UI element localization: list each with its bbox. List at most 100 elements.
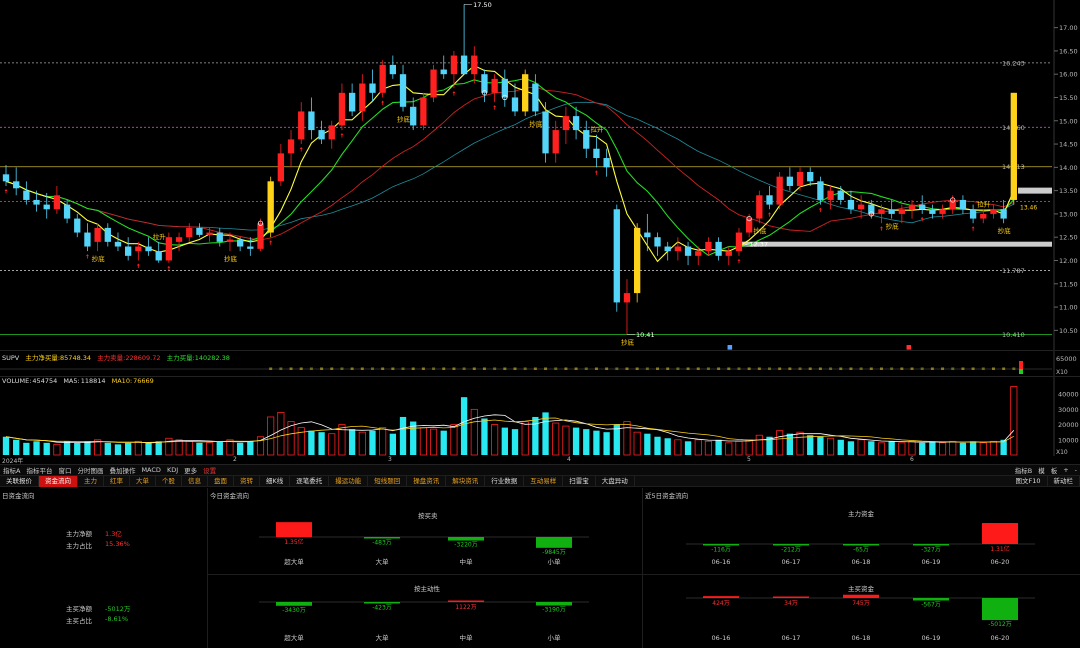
toolbar-template-2[interactable]: 板 — [1048, 465, 1061, 475]
tab-9[interactable]: 细K线 — [260, 475, 291, 487]
toolbar-macd[interactable]: MACD — [138, 466, 163, 474]
candle-body — [114, 241, 122, 247]
main-net-label: 主力净额 — [66, 530, 92, 538]
supv-bar — [666, 367, 670, 370]
volume-chart[interactable]: 40000 30000 20000 10000 X10 — [0, 376, 1080, 456]
candle-body — [410, 106, 417, 126]
candle-body — [807, 172, 814, 182]
right-s1-category-1: 06-17 — [782, 558, 801, 566]
candle-body — [868, 204, 875, 214]
volume-bar — [440, 430, 447, 455]
chaodi-label-5: 抄底 — [753, 226, 767, 235]
candle-body — [196, 227, 203, 235]
supv-bar — [788, 367, 792, 370]
candle-body — [186, 227, 193, 238]
toolbar-indicator-platform[interactable]: 指标平台 — [23, 465, 55, 475]
mid-s2-category-3: 小单 — [548, 633, 562, 642]
tab-5[interactable]: 个股 — [156, 475, 182, 487]
candle-body — [450, 55, 458, 75]
tab-8[interactable]: 资转 — [234, 475, 260, 487]
toolbar-more[interactable]: 更多 — [181, 465, 200, 475]
candle-body — [420, 97, 427, 126]
candle-body — [471, 55, 478, 75]
supv-indicator-chart[interactable]: 65000 X10 — [0, 350, 1080, 376]
toolbar-kdj[interactable]: KDJ — [164, 466, 181, 474]
volume-bar — [348, 429, 356, 455]
buy-arrow-icon — [818, 207, 822, 210]
mid-s1-bar-0 — [276, 522, 312, 537]
mid-s2-value-1: -423万 — [372, 605, 392, 612]
tab-4[interactable]: 大单 — [130, 475, 156, 487]
tab-right-1[interactable]: 新动栏 — [1048, 475, 1080, 487]
candle-body — [542, 111, 549, 154]
volume-bar — [583, 429, 590, 455]
volume-bar — [206, 442, 214, 456]
tab-6[interactable]: 信息 — [182, 475, 208, 487]
supv-bar — [645, 367, 649, 370]
candle-body — [63, 204, 71, 219]
volume-bar — [837, 439, 844, 455]
candle-body — [348, 92, 356, 112]
toolbar-indicator-a[interactable]: 指标A — [0, 465, 23, 475]
volume-bar — [521, 421, 529, 456]
tab-14[interactable]: 解块资讯 — [446, 475, 486, 487]
volume-bar — [704, 440, 712, 456]
tab-16[interactable]: 互动易样 — [524, 475, 564, 487]
toolbar-indicator-b[interactable]: 指标B — [1012, 465, 1035, 475]
volume-bar — [399, 416, 407, 455]
candle-body — [959, 199, 967, 210]
supv-bar — [910, 367, 914, 370]
candle-body — [532, 83, 539, 112]
tab-0[interactable]: 关联报价 — [0, 475, 39, 487]
toolbar-timeshare[interactable]: 分时图画 — [74, 465, 106, 475]
candle-body — [796, 172, 804, 186]
right-s1-bar-0 — [703, 544, 739, 546]
tab-2[interactable]: 主力 — [78, 475, 104, 487]
supv-axis-label: 65000 — [1056, 355, 1077, 363]
volume-bar — [644, 433, 651, 455]
level-label-0: 16.243 — [1002, 59, 1025, 67]
toolbar-window[interactable]: 窗口 — [55, 465, 74, 475]
tab-10[interactable]: 逐笔委托 — [290, 475, 330, 487]
toolbar-zoom-in[interactable]: + — [1060, 466, 1071, 474]
level-label-4: 11.787 — [1002, 267, 1025, 275]
toolbar-zoom-out[interactable]: - — [1072, 466, 1080, 474]
mid-s2-bar-2 — [448, 600, 484, 602]
volume-bar — [511, 429, 519, 455]
tab-17[interactable]: 扫雷宝 — [563, 475, 596, 487]
price-axis-label-11: 11.50 — [1059, 280, 1078, 288]
candle-body — [857, 204, 865, 210]
volume-bar — [134, 440, 142, 456]
supv-bar — [503, 367, 507, 370]
mid-s2-value-2: 1122万 — [455, 604, 476, 611]
toolbar-settings[interactable]: 设置 — [200, 465, 219, 475]
tab-1[interactable]: 资金流向 — [39, 475, 78, 487]
tab-12[interactable]: 短线题回 — [368, 475, 408, 487]
volume-bar — [877, 442, 886, 456]
tab-7[interactable]: 盘面 — [208, 475, 234, 487]
tab-3[interactable]: 红率 — [104, 475, 130, 487]
supv-bar — [544, 367, 548, 370]
tab-right-0[interactable]: 图文F10 — [1009, 475, 1048, 487]
candle-body — [216, 232, 223, 242]
active-net-label: 主买净额 — [66, 605, 92, 613]
supv-bar — [981, 367, 985, 370]
volume-bar — [868, 441, 875, 455]
mid-s2-bar-1 — [364, 602, 400, 604]
supv-bar — [452, 367, 456, 370]
right-s2-value-3: -567万 — [921, 601, 941, 608]
right-s2-value-2: 745万 — [852, 600, 869, 607]
chaodi-label-6: 抄底 — [886, 222, 900, 231]
volume-bar — [33, 441, 40, 455]
candlestick-chart[interactable]: 17.00 16.50 16.00 15.50 15.00 14.50 14.00 13.50… — [0, 0, 1080, 350]
toolbar-template-1[interactable]: 模 — [1035, 465, 1048, 475]
toolbar-overlay[interactable]: 叠加操作 — [106, 465, 138, 475]
supv-bar — [605, 367, 609, 370]
supv-bar — [391, 367, 395, 370]
candle-body — [53, 195, 61, 210]
tab-13[interactable]: 操盘资讯 — [407, 475, 447, 487]
tab-15[interactable]: 行业数据 — [485, 475, 525, 487]
tab-18[interactable]: 大盘异动 — [596, 475, 635, 487]
tab-11[interactable]: 撮运功能 — [329, 475, 369, 487]
supv-bar — [1002, 367, 1006, 370]
